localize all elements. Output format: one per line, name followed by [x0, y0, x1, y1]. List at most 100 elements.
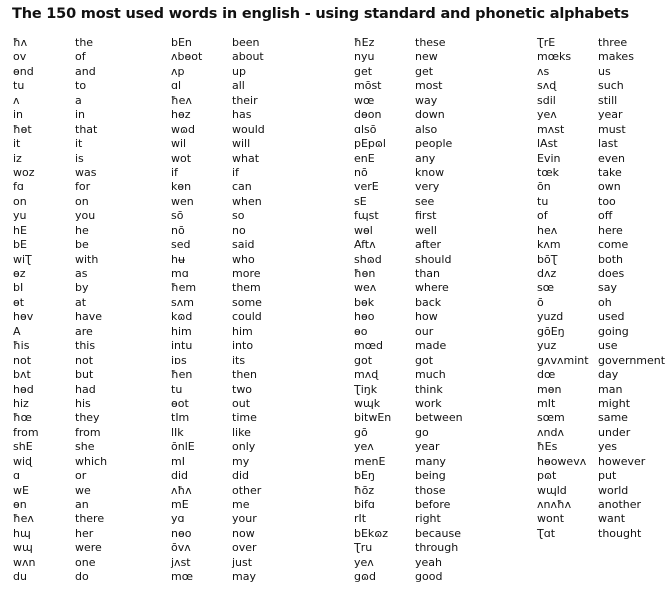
- standard-word: his: [75, 396, 91, 410]
- standard-word: first: [415, 209, 437, 223]
- standard-word: made: [415, 339, 447, 353]
- phonetic-word: ɵo: [354, 324, 368, 338]
- phonetic-word: mœks: [537, 50, 572, 64]
- phonetic-word: hɵv: [13, 310, 34, 324]
- standard-word: day: [598, 368, 619, 382]
- standard-word: own: [598, 180, 621, 194]
- standard-word: but: [75, 368, 94, 382]
- standard-word: in: [75, 108, 86, 122]
- standard-word: going: [598, 324, 629, 338]
- standard-word: put: [598, 469, 617, 483]
- standard-word: some: [232, 295, 262, 309]
- standard-word: her: [75, 526, 94, 540]
- phonetic-word: ʌħʌ: [171, 483, 192, 497]
- phonetic-word: du: [13, 570, 27, 584]
- standard-word: can: [232, 180, 252, 194]
- phonetic-word: shɷd: [354, 252, 382, 266]
- standard-word: when: [232, 194, 262, 208]
- standard-word: there: [75, 512, 105, 526]
- phonetic-word: it: [13, 137, 21, 151]
- standard-word: other: [232, 483, 262, 497]
- phonetic-word: sE: [354, 194, 367, 208]
- standard-word: only: [232, 440, 256, 454]
- standard-word: got: [415, 353, 434, 367]
- phonetic-word: ħEz: [354, 36, 375, 49]
- standard-word: one: [75, 555, 96, 569]
- standard-word: do: [75, 570, 89, 584]
- phonetic-word: sed: [171, 238, 191, 252]
- standard-word: not: [75, 353, 94, 367]
- standard-word: just: [232, 555, 253, 569]
- standard-word: three: [598, 36, 628, 49]
- phonetic-word: fɰst: [354, 209, 379, 223]
- standard-word: through: [415, 541, 459, 555]
- phonetic-word: kɷd: [171, 310, 193, 324]
- standard-word: think: [415, 382, 443, 396]
- phonetic-word: gʌvʌmint: [537, 353, 589, 367]
- standard-word: world: [598, 483, 629, 497]
- phonetic-word: kɵn: [171, 180, 192, 194]
- standard-word: or: [75, 469, 87, 483]
- standard-word: would: [232, 122, 265, 136]
- standard-word: what: [232, 151, 260, 165]
- phonetic-word: ɑlsō: [354, 122, 377, 136]
- phonetic-word: ɵz: [13, 267, 26, 280]
- standard-word: he: [75, 223, 89, 237]
- standard-word: must: [598, 122, 626, 136]
- standard-word: much: [415, 368, 446, 382]
- phonetic-column: ƮrE mœks ʌs sʌɖ sdil yeʌ mʌst lAst Evin tœk ōn tu of…: [537, 36, 589, 541]
- phonetic-word: wɰ: [13, 541, 33, 555]
- phonetic-word: hʉ: [171, 252, 185, 266]
- phonetic-word: nɵo: [171, 526, 192, 540]
- phonetic-word: iz: [13, 151, 22, 165]
- phonetic-word: ħEs: [537, 440, 558, 454]
- phonetic-column: ħEz nyu get mōst wœ dɵon ɑlsō pEpɷl enE nō verE sE f…: [354, 36, 391, 585]
- phonetic-word: wot: [171, 151, 192, 165]
- phonetic-word: hE: [13, 223, 27, 237]
- standard-word: about: [232, 50, 264, 64]
- phonetic-column: ħʌ ov ɵnd tu ʌ in ħɵt it iz woz fɑ on yu hE bE wiƮ ɵz bI ɵ…: [13, 36, 39, 585]
- standard-word: say: [598, 281, 617, 295]
- phonetic-word: ɵt: [13, 295, 25, 309]
- phonetic-word: lIk: [171, 425, 184, 439]
- phonetic-word: mɵn: [537, 382, 562, 396]
- phonetic-word: ōnlE: [171, 440, 195, 454]
- standard-word: my: [232, 454, 250, 468]
- phonetic-word: yuz: [537, 339, 557, 353]
- phonetic-word: of: [537, 209, 548, 223]
- phonetic-word: ħɵn: [354, 267, 376, 280]
- standard-word: year: [415, 440, 440, 454]
- phonetic-word: heʌ: [537, 223, 558, 237]
- phonetic-word: gɷd: [354, 570, 376, 584]
- standard-word: with: [75, 252, 99, 266]
- phonetic-word: wen: [171, 194, 194, 208]
- standard-word: under: [598, 425, 631, 439]
- phonetic-word: pɷt: [537, 469, 557, 483]
- phonetic-word: ʌbɵot: [171, 50, 203, 64]
- standard-word: work: [415, 396, 442, 410]
- phonetic-word: ħis: [13, 339, 30, 353]
- phonetic-word: ħen: [171, 368, 193, 382]
- phonetic-word: ħœ: [13, 411, 32, 425]
- phonetic-word: mE: [171, 498, 189, 511]
- phonetic-word: yeʌ: [354, 440, 374, 454]
- standard-word: use: [598, 339, 618, 353]
- standard-word: your: [232, 512, 257, 526]
- standard-word: to: [75, 79, 87, 93]
- standard-word: new: [415, 50, 438, 64]
- standard-word: if: [232, 165, 239, 179]
- standard-word: being: [415, 469, 446, 483]
- standard-word: between: [415, 411, 463, 425]
- standard-word: well: [415, 223, 437, 237]
- phonetic-word: sœ: [537, 281, 554, 295]
- standard-word: last: [598, 137, 618, 151]
- standard-word: know: [415, 165, 445, 179]
- standard-word: so: [232, 209, 245, 223]
- phonetic-word: tIm: [171, 411, 190, 425]
- phonetic-word: ħʌ: [13, 36, 28, 49]
- standard-word: take: [598, 165, 622, 179]
- standard-word: before: [415, 498, 451, 511]
- standard-word: should: [415, 252, 452, 266]
- phonetic-word: on: [13, 194, 27, 208]
- standard-word: does: [598, 267, 625, 280]
